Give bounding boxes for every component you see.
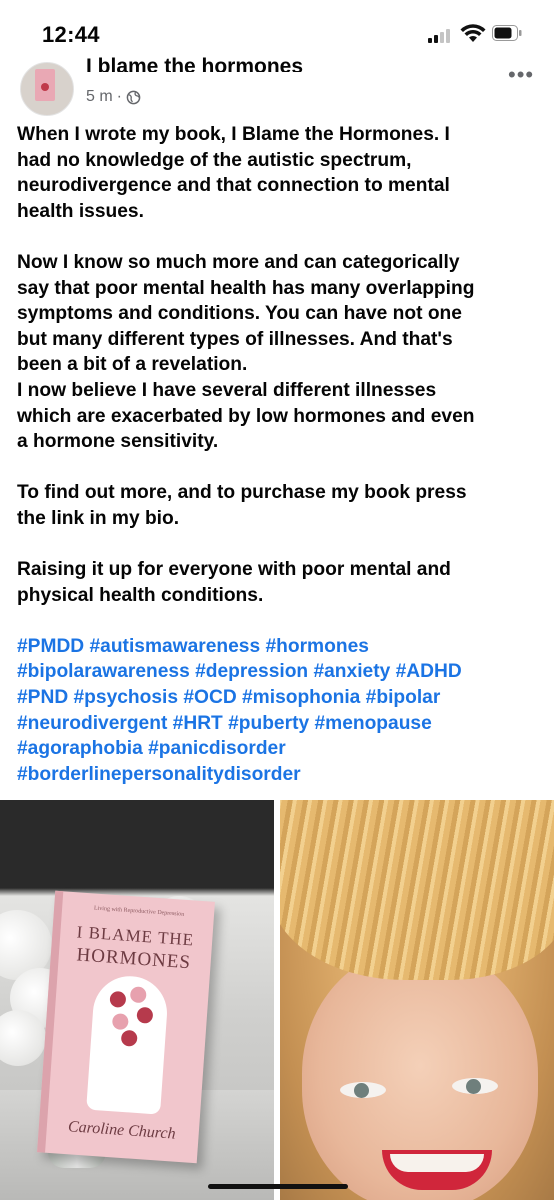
book-cover: Living with Reproductive Depression I BL… — [37, 890, 215, 1164]
meta-separator: · — [116, 88, 122, 105]
book-author: Caroline Church — [67, 1118, 177, 1143]
globe-icon — [126, 90, 141, 104]
post-header: I blame the hormones 5 m · ••• — [0, 55, 554, 118]
hashtag-line[interactable]: #neurodivergent #HRT #puberty #menopause — [17, 711, 542, 737]
paragraph-4: Raising it up for everyone with poor men… — [17, 559, 451, 606]
hashtag-line[interactable]: #PMDD #autismawareness #hormones — [17, 634, 542, 660]
hashtag-line[interactable]: #bipolarawareness #depression #anxiety #… — [17, 659, 542, 685]
wifi-icon — [460, 24, 486, 42]
photo-grid: Living with Reproductive Depression I BL… — [0, 800, 554, 1200]
paragraph-3: To find out more, and to purchase my boo… — [17, 482, 467, 529]
book-cover-figure — [86, 973, 170, 1115]
hashtags: #PMDD #autismawareness #hormones #bipola… — [17, 634, 542, 788]
status-time: 12:44 — [42, 22, 100, 47]
author-name[interactable]: I blame the hormones — [86, 54, 303, 72]
battery-icon — [492, 25, 522, 41]
more-options-button[interactable]: ••• — [508, 64, 534, 86]
hair — [280, 800, 554, 980]
portrait-photo[interactable] — [280, 800, 554, 1200]
paragraph-2: Now I know so much more and can categori… — [17, 251, 475, 453]
cellular-signal-icon — [428, 27, 454, 43]
post-text: When I wrote my book, I Blame the Hormon… — [17, 122, 542, 787]
hashtag-line[interactable]: #borderlinepersonalitydisorder — [17, 762, 542, 788]
hashtag-line[interactable]: #agoraphobia #panicdisorder — [17, 736, 542, 762]
smile — [382, 1150, 492, 1190]
hashtag-line[interactable]: #PND #psychosis #OCD #misophonia #bipola… — [17, 685, 542, 711]
avatar[interactable] — [20, 62, 74, 116]
post-meta: 5 m · — [86, 88, 141, 106]
status-bar: 12:44 — [0, 0, 554, 62]
face — [302, 948, 538, 1200]
book-photo[interactable]: Living with Reproductive Depression I BL… — [0, 800, 274, 1200]
avatar-book-image — [35, 69, 55, 101]
home-indicator[interactable] — [208, 1184, 348, 1189]
paragraph-1: When I wrote my book, I Blame the Hormon… — [17, 124, 450, 222]
post-time[interactable]: 5 m — [86, 88, 113, 106]
book-tagline: Living with Reproductive Depression — [93, 905, 185, 918]
